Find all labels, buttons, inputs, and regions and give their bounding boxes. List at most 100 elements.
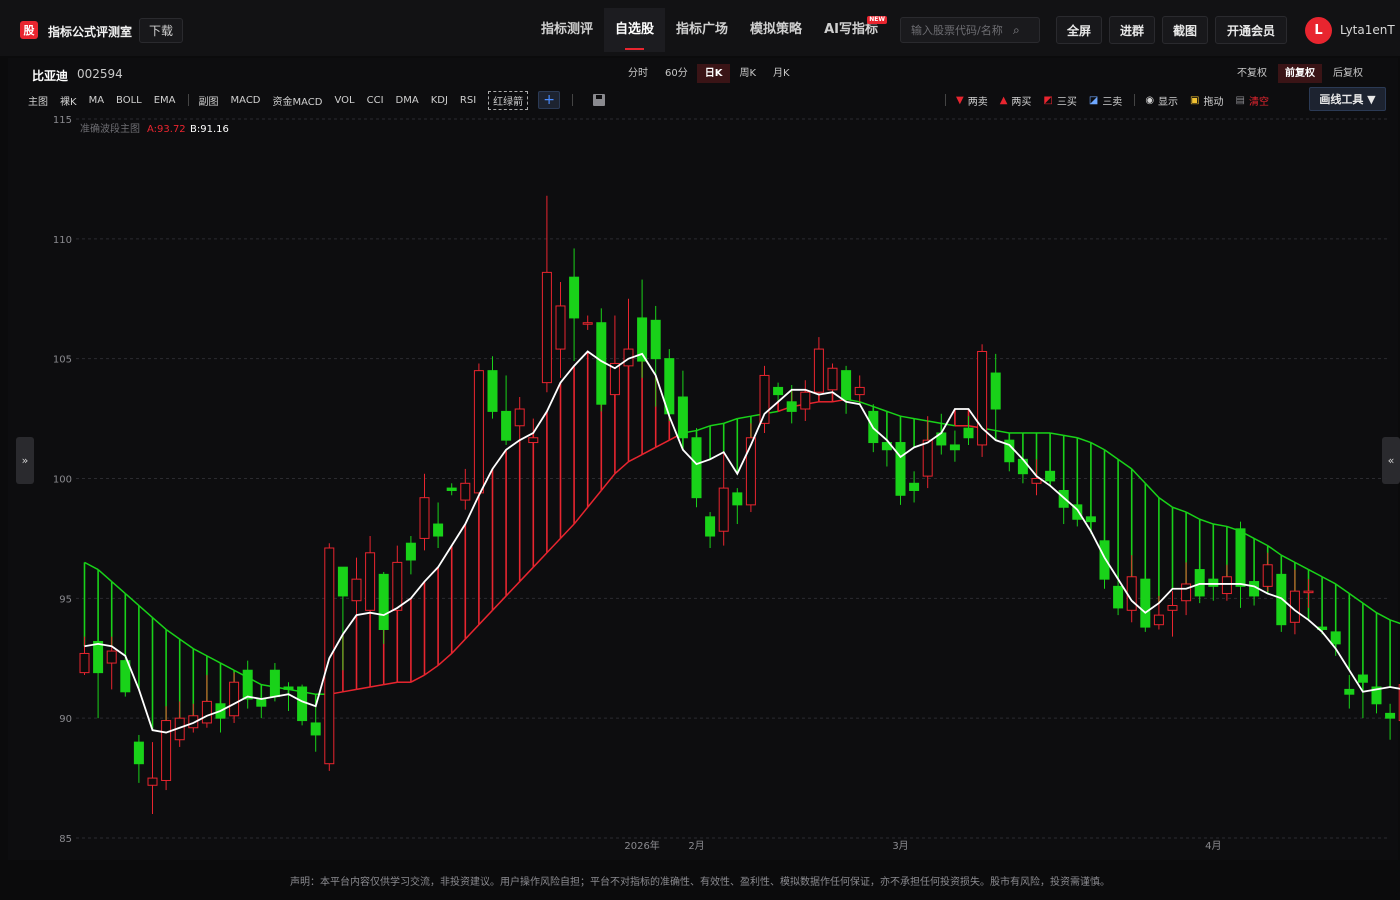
candle-body (365, 552, 376, 611)
candle-body (963, 427, 974, 439)
candle-body (93, 640, 104, 674)
candle-body (1357, 674, 1368, 683)
band-line-segment (124, 592, 140, 607)
x-tick-label: 4月 (1205, 840, 1221, 852)
band-line-segment (1090, 441, 1105, 451)
candle (623, 298, 634, 395)
candle (1045, 456, 1056, 486)
candle (909, 471, 920, 503)
candle-body (473, 370, 484, 494)
band-line-segment (1172, 506, 1187, 513)
candle (582, 315, 593, 330)
candle-body (582, 322, 593, 325)
band-line-segment (1389, 619, 1400, 625)
candle (1344, 675, 1355, 709)
candle-body (1208, 578, 1219, 587)
candle-body (745, 437, 756, 506)
band-line-segment (97, 569, 113, 583)
candle (1262, 552, 1273, 592)
candle-body (555, 305, 566, 350)
candle (297, 684, 308, 726)
candle (677, 370, 688, 445)
band-line-segment (1253, 537, 1269, 547)
y-tick-label: 85 (59, 834, 72, 845)
candle-body (269, 669, 280, 698)
band-line-segment (886, 410, 901, 417)
candle (569, 248, 580, 362)
band-line-segment (369, 683, 384, 688)
legend-b-value: B:91.16 (190, 124, 229, 135)
candle (854, 375, 865, 402)
candle (174, 701, 185, 747)
candle-body (229, 681, 240, 717)
band-line-segment (1117, 458, 1133, 470)
band-line-segment (532, 552, 548, 568)
candle-body (1181, 583, 1192, 602)
candle-body (392, 561, 403, 611)
candle-body (528, 437, 539, 444)
candle (419, 473, 430, 551)
candle (1235, 521, 1246, 608)
candle (460, 468, 471, 510)
y-tick-label: 95 (59, 594, 72, 605)
candle-body (405, 542, 416, 561)
band-line-segment (342, 688, 357, 693)
y-tick-label: 115 (53, 115, 72, 126)
candle-body (1194, 569, 1205, 597)
band-line-segment (995, 429, 1010, 434)
candle (501, 375, 512, 445)
candle (1194, 559, 1205, 604)
candle-body (705, 516, 716, 537)
candle (1004, 435, 1015, 472)
band-line-segment (573, 506, 589, 525)
candle (405, 536, 416, 575)
candle (215, 696, 226, 733)
candle (664, 349, 675, 421)
candle-body (1126, 576, 1137, 611)
candle-body (1344, 688, 1355, 695)
candle (446, 483, 457, 496)
candle (1330, 622, 1341, 656)
band-line-segment (628, 453, 643, 463)
candle-body (133, 741, 144, 765)
candle (637, 279, 648, 378)
candle-body (283, 686, 294, 690)
band-line-segment (614, 461, 629, 475)
candle-body (419, 497, 430, 539)
candle (1371, 682, 1382, 714)
band-line-segment (410, 674, 425, 683)
candle-body (732, 492, 743, 506)
band-line-segment (600, 473, 616, 491)
kline-chart[interactable]: 115 110 105 100 95 90 85 2026年 2月 3月 4月 准确波段主图 A:93.… (0, 0, 1400, 900)
candle-body (1303, 590, 1314, 594)
candle-body (147, 777, 158, 786)
candle (378, 571, 389, 644)
candle-body (841, 370, 852, 400)
band-line-segment (1158, 497, 1173, 508)
candle (895, 435, 906, 505)
candle-body (800, 391, 811, 410)
band-line-segment (1267, 544, 1282, 556)
band-line-segment (587, 490, 602, 508)
disclaimer: 声明：本平台内容仅供学习交流，非投资建议。用户操作风险自担；平台不对指标的准确性… (290, 877, 1110, 888)
band-line-segment (927, 420, 942, 425)
band-line-segment (1321, 576, 1337, 585)
band-line-segment (900, 415, 915, 420)
candle (310, 706, 321, 752)
x-tick-label: 2026年 (624, 839, 659, 852)
candle (718, 452, 729, 546)
candle-body (895, 442, 906, 496)
candle (1208, 569, 1219, 601)
legend-name: 准确波段主图 (80, 122, 140, 135)
band-line-segment (1376, 612, 1391, 621)
candle-body (310, 722, 321, 736)
band-line-segment (913, 417, 928, 422)
candle-body (106, 650, 117, 664)
candle-body (759, 374, 770, 424)
band-line-segment (1308, 568, 1323, 578)
candle (963, 416, 974, 445)
candle-body (351, 578, 362, 602)
candle (161, 706, 172, 791)
candle-body (378, 573, 389, 630)
candle (990, 353, 1001, 431)
